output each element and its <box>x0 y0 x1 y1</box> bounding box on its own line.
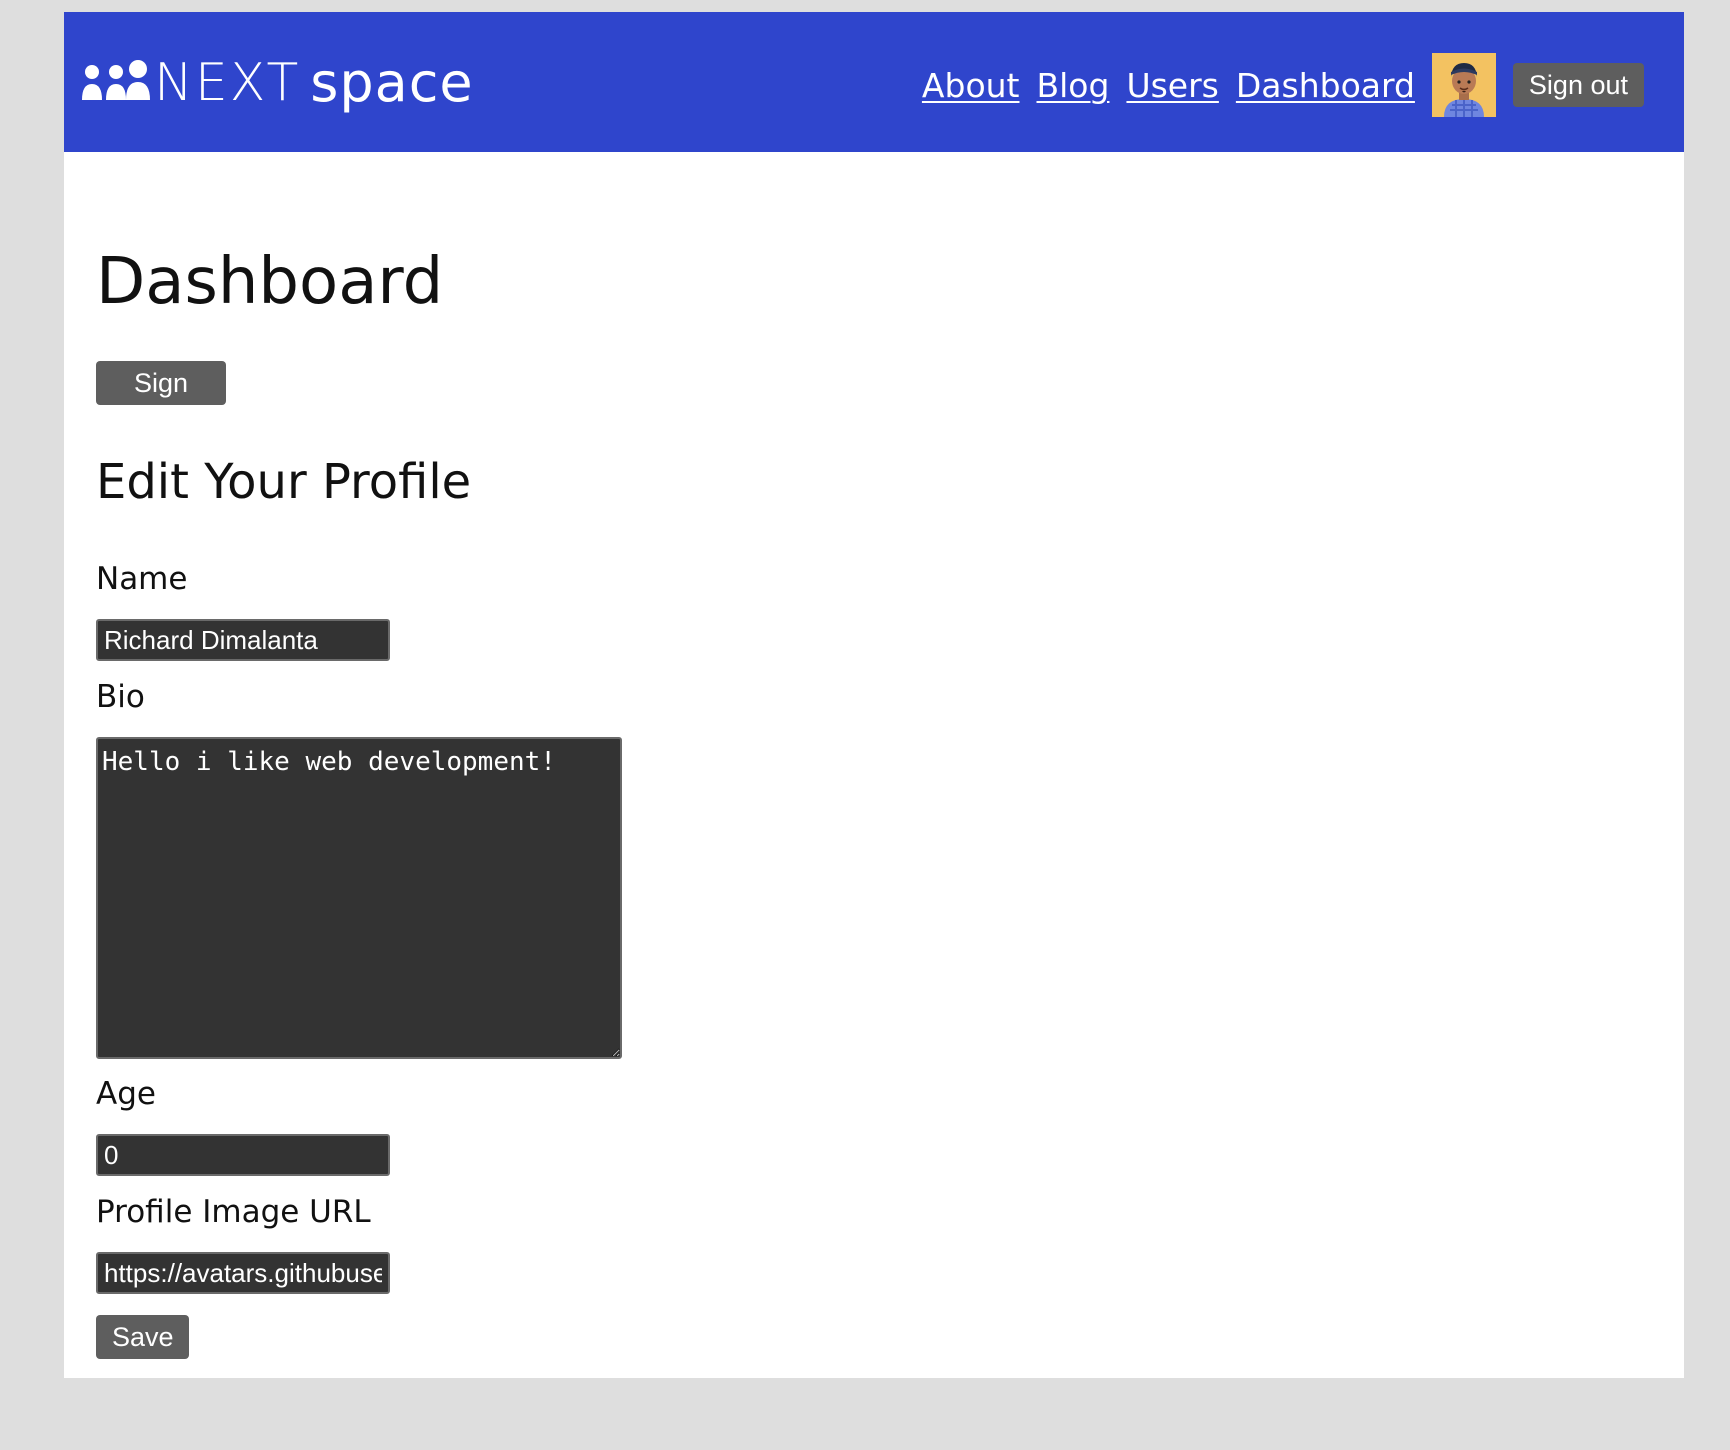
brand-logo[interactable]: NEXT space <box>82 52 474 114</box>
save-button[interactable]: Save <box>96 1315 189 1359</box>
age-field[interactable] <box>96 1134 390 1176</box>
logo-text-next: NEXT <box>154 53 301 113</box>
section-title: Edit Your Profile <box>96 454 472 510</box>
bio-textarea[interactable]: Hello i like web development! <box>96 737 622 1059</box>
avatar[interactable] <box>1431 53 1496 117</box>
name-label: Name <box>96 561 188 597</box>
logo-text-space: space <box>310 51 474 114</box>
navbar: NEXT space About Blog Users Dashboard Si <box>64 12 1684 152</box>
navbar-signout-button[interactable]: Sign out <box>1512 63 1644 107</box>
page-container: NEXT space About Blog Users Dashboard Si <box>64 12 1684 1378</box>
bio-label: Bio <box>96 679 145 715</box>
nav-link-dashboard[interactable]: Dashboard <box>1236 66 1415 105</box>
page-title: Dashboard <box>96 245 444 319</box>
nav-link-blog[interactable]: Blog <box>1037 66 1110 105</box>
people-group-icon <box>82 60 150 100</box>
nav-links: About Blog Users Dashboard Sign out <box>922 46 1644 124</box>
name-field[interactable] <box>96 619 390 661</box>
age-label: Age <box>96 1076 156 1112</box>
profile-image-url-label: Profile Image URL <box>96 1194 371 1230</box>
signout-button[interactable]: Sign out <box>96 361 226 442</box>
nav-link-about[interactable]: About <box>922 66 1020 105</box>
nav-link-users[interactable]: Users <box>1126 66 1218 105</box>
profile-image-url-field[interactable] <box>96 1252 390 1294</box>
